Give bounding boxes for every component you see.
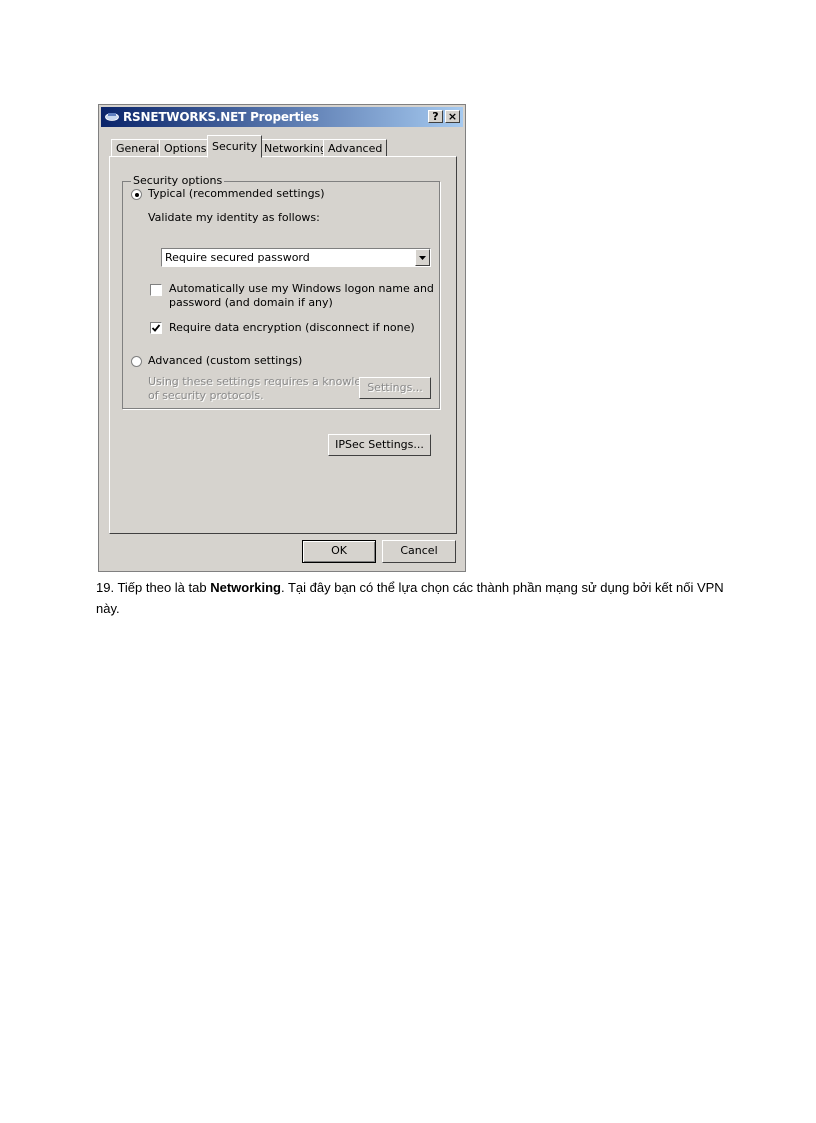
help-button[interactable]: ?: [428, 110, 443, 123]
validate-identity-label: Validate my identity as follows:: [148, 211, 320, 224]
advanced-label[interactable]: Advanced (custom settings): [148, 354, 302, 367]
title-bar[interactable]: RSNETWORKS.NET Properties ? ×: [101, 107, 463, 127]
typical-radio[interactable]: [131, 189, 142, 200]
require-encryption-checkbox[interactable]: [150, 322, 162, 334]
caption-networking-bold: Networking: [210, 580, 281, 595]
ipsec-settings-button[interactable]: IPSec Settings...: [328, 434, 431, 456]
security-tab-panel: Security options Typical (recommended se…: [109, 156, 457, 534]
typical-label[interactable]: Typical (recommended settings): [148, 187, 325, 200]
auto-logon-label-line1[interactable]: Automatically use my Windows logon name …: [169, 282, 434, 295]
tab-networking[interactable]: Networking: [259, 139, 332, 157]
auto-logon-label-line2[interactable]: password (and domain if any): [169, 296, 333, 309]
dropdown-arrow-icon[interactable]: [415, 249, 430, 266]
auto-logon-checkbox[interactable]: [150, 284, 162, 296]
network-connection-icon: [105, 113, 119, 121]
dialog-title: RSNETWORKS.NET Properties: [123, 110, 319, 124]
tab-security[interactable]: Security: [207, 135, 263, 158]
tab-options[interactable]: Options: [159, 139, 212, 157]
close-button[interactable]: ×: [445, 110, 460, 123]
caption-prefix: 19. Tiếp theo là tab: [96, 580, 211, 595]
chevron-down-icon: [419, 256, 426, 260]
ok-button[interactable]: OK: [302, 540, 376, 563]
security-options-group: Security options Typical (recommended se…: [122, 174, 440, 409]
advanced-desc-line1: Using these settings requires a knowledg…: [148, 375, 382, 388]
properties-dialog: RSNETWORKS.NET Properties ? × General Op…: [98, 104, 466, 572]
require-encryption-label[interactable]: Require data encryption (disconnect if n…: [169, 321, 415, 334]
cancel-button[interactable]: Cancel: [382, 540, 456, 563]
settings-button[interactable]: Settings...: [359, 377, 431, 399]
caption-paragraph: 19. Tiếp theo là tab Networking. Tại đây…: [96, 577, 736, 619]
advanced-desc-line2: of security protocols.: [148, 389, 264, 402]
tab-advanced[interactable]: Advanced: [323, 139, 388, 157]
validate-identity-select[interactable]: Require secured password: [161, 248, 431, 267]
security-options-label: Security options: [131, 174, 225, 187]
radio-selected-dot: [135, 193, 139, 197]
checkmark-icon: [151, 324, 161, 332]
validate-identity-value: Require secured password: [165, 251, 310, 264]
advanced-radio[interactable]: [131, 356, 142, 367]
tab-general[interactable]: General: [111, 139, 165, 157]
